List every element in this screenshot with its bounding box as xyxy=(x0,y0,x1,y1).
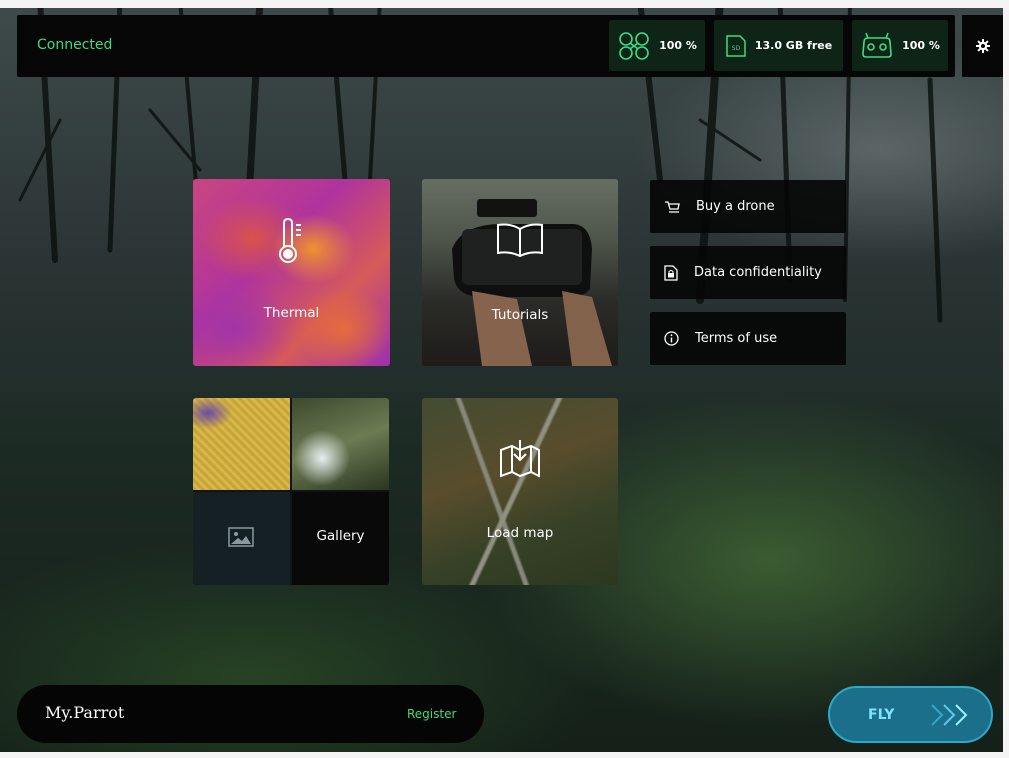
connection-status: Connected xyxy=(37,37,113,53)
thermal-tile[interactable]: Thermal xyxy=(193,179,390,366)
book-icon xyxy=(497,223,543,257)
gallery-label: Gallery xyxy=(316,528,365,544)
drone-battery-value: 100 % xyxy=(659,39,697,52)
load-map-shade xyxy=(422,398,618,585)
image-icon xyxy=(228,527,254,547)
gallery-tile[interactable]: Gallery xyxy=(193,398,389,585)
register-link[interactable]: Register xyxy=(407,707,456,721)
load-map-tile[interactable]: Load map xyxy=(422,398,618,585)
tutorials-shade xyxy=(422,179,618,366)
status-bar: Connected 100 % SD 13.0 GB free 100 % xyxy=(17,15,955,77)
frame-edge-top xyxy=(0,0,1009,8)
gallery-thumbnail-thermal xyxy=(193,398,290,490)
gear-icon xyxy=(975,39,990,53)
map-download-icon xyxy=(500,440,540,478)
tutorials-tile[interactable]: Tutorials xyxy=(422,179,618,366)
cart-icon xyxy=(665,200,680,213)
fly-button[interactable]: FLY xyxy=(828,686,993,743)
controller-icon xyxy=(862,32,892,58)
terms-of-use-label: Terms of use xyxy=(695,331,778,346)
buy-drone-link[interactable]: Buy a drone xyxy=(650,180,846,233)
tree-silhouettes xyxy=(18,0,943,323)
data-confidentiality-link[interactable]: Data confidentiality xyxy=(650,246,846,299)
load-map-label: Load map xyxy=(486,525,554,541)
data-confidentiality-label: Data confidentiality xyxy=(694,265,822,280)
frame-edge-right xyxy=(1003,0,1009,758)
chevrons-right-icon xyxy=(931,704,968,726)
gallery-placeholder xyxy=(193,492,290,585)
fly-label: FLY xyxy=(868,707,895,723)
frame-edge-bottom xyxy=(0,752,1009,758)
my-parrot-logo: My.Parrot xyxy=(45,703,125,722)
sd-icon-text: SD xyxy=(732,45,741,52)
thermometer-icon xyxy=(279,217,301,263)
my-parrot-bar: My.Parrot Register xyxy=(17,685,484,743)
storage-indicator[interactable]: SD 13.0 GB free xyxy=(714,20,843,71)
thermal-label: Thermal xyxy=(263,305,320,321)
lock-document-icon xyxy=(664,264,678,281)
gallery-label-panel: Gallery xyxy=(292,492,389,585)
drone-icon xyxy=(619,31,649,60)
controller-battery-indicator[interactable]: 100 % xyxy=(852,20,948,71)
gallery-thumbnail-trees xyxy=(292,398,389,490)
controller-battery-value: 100 % xyxy=(902,39,940,52)
sd-card-icon: SD xyxy=(726,34,746,57)
settings-button[interactable] xyxy=(962,15,1003,77)
terms-of-use-link[interactable]: Terms of use xyxy=(650,312,846,365)
drone-battery-indicator[interactable]: 100 % xyxy=(609,20,705,71)
info-icon xyxy=(664,331,679,346)
buy-drone-label: Buy a drone xyxy=(696,199,775,214)
storage-value: 13.0 GB free xyxy=(754,39,833,52)
tutorials-label: Tutorials xyxy=(491,307,549,323)
